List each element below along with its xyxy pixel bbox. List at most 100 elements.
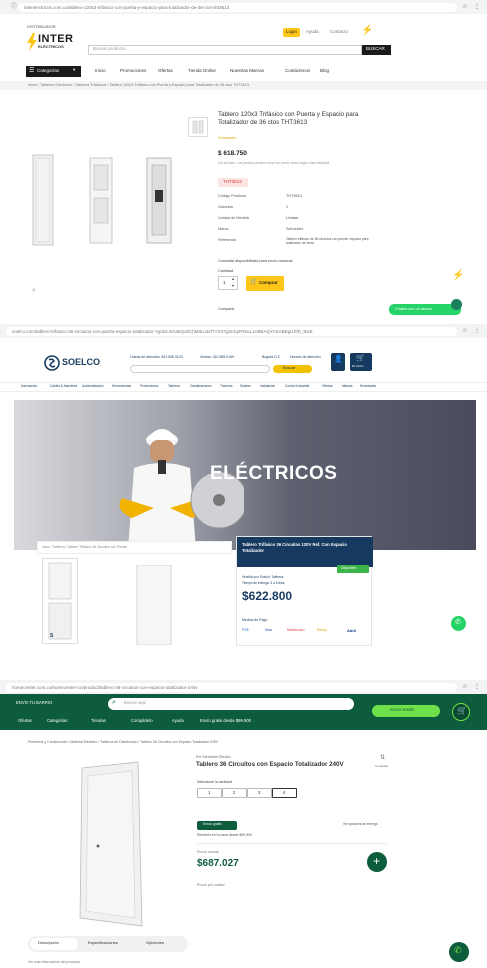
chat-icon: ✆ <box>454 945 462 955</box>
cart-icon[interactable]: ⚡ <box>361 25 373 36</box>
account-button[interactable]: 👤 <box>331 353 345 371</box>
zoom-icon[interactable]: ⌕ <box>32 287 36 295</box>
chat-button[interactable]: ✆ <box>449 942 469 962</box>
option-chip-4[interactable]: 4 <box>272 788 297 798</box>
cart-button[interactable]: 🛒 <box>452 703 470 721</box>
product-image <box>32 154 172 246</box>
nav-item-help[interactable]: Ayuda <box>172 718 184 724</box>
nav-item-categories[interactable]: Categorías <box>47 718 67 724</box>
tab-description[interactable]: Descripción <box>30 938 78 950</box>
hero-heading: ELÉCTRICOS <box>210 463 338 484</box>
nav-item-offers[interactable]: Ofertas <box>18 718 32 724</box>
gallery-thumbnail[interactable] <box>188 117 208 137</box>
star-icon[interactable]: ☆ <box>461 327 469 335</box>
nav-item-offers[interactable]: Ofertas <box>158 68 173 74</box>
nav-item[interactable]: Herramientas <box>112 384 131 389</box>
search-button[interactable]: BUSCAR <box>362 45 391 55</box>
option-chip-3[interactable]: 3 <box>247 788 272 798</box>
brand-badge: Schneider <box>218 135 237 140</box>
chevron-down-icon[interactable]: ▾ <box>232 283 234 288</box>
logo[interactable]: INTER ELÉCTRICOS <box>27 32 73 52</box>
nav-item-share[interactable]: Compártelo <box>131 718 153 724</box>
tab-specifications[interactable]: Especificaciones <box>88 940 118 945</box>
top-link-login[interactable]: Login <box>283 28 300 37</box>
nav-item-free-shipping[interactable]: Envío gratis desde $99.900 <box>200 718 251 724</box>
nav-item-stores[interactable]: Tiendas <box>91 718 106 724</box>
url-field[interactable]: homecenter.com.co/homecenter-co/product/… <box>6 682 457 692</box>
extensions-icon[interactable]: ⋮ <box>473 3 481 11</box>
cart-icon: 🛒 <box>250 279 258 285</box>
contact-city: Bogotá D.C. <box>262 355 282 359</box>
shipping-note: Consultar disponibilidad para envío naci… <box>218 259 293 263</box>
tab-reviews[interactable]: Opiniones <box>146 940 164 945</box>
nav-item[interactable]: Novedades <box>360 384 376 389</box>
whatsapp-icon[interactable] <box>451 299 462 310</box>
logo-top-text: DISTRIBUIDOR <box>27 24 56 29</box>
option-chip-2[interactable]: 2 <box>222 788 247 798</box>
extensions-icon[interactable]: ⋮ <box>473 327 481 335</box>
nav-item[interactable]: Automatización <box>82 384 104 389</box>
star-icon[interactable]: ☆ <box>461 683 469 691</box>
lightning-icon <box>27 33 37 51</box>
categories-menu-button[interactable]: ☰ Categorías ▾ <box>26 66 81 77</box>
floating-cart-icon[interactable]: ⚡ <box>452 270 464 281</box>
quantity-stepper[interactable]: 1 ▴ ▾ <box>218 276 238 290</box>
star-icon[interactable]: ☆ <box>461 3 469 11</box>
menu-icon: ☰ <box>29 68 35 74</box>
nav-item[interactable]: Ofertas <box>322 384 332 389</box>
breadcrumb: Inicio / Tableros / Tablero Trifásico 36… <box>42 545 127 549</box>
extensions-icon[interactable]: ⋮ <box>473 683 481 691</box>
nav-item[interactable]: Control Industrial <box>285 384 309 389</box>
url-field[interactable]: interelectricos.com.co/tablero-120x3-tri… <box>18 2 457 12</box>
plus-icon: + <box>373 854 381 868</box>
url-field[interactable]: soelco.com/tablero-trifasico-36-circuito… <box>6 326 457 336</box>
compare-label[interactable]: Comparar <box>375 764 388 768</box>
nav-item[interactable]: Canalizaciones <box>190 384 212 389</box>
nav-item[interactable]: Solares <box>240 384 251 389</box>
browser-url-bar[interactable]: ⓘ interelectricos.com.co/tablero-120x3-t… <box>0 0 487 14</box>
logo[interactable]: SOELCO <box>44 355 114 371</box>
delivery-link[interactable]: Ver opciones de entrega <box>343 822 378 827</box>
nav-item-blog[interactable]: Blog <box>320 68 329 74</box>
nav-item[interactable]: Cables & Alambres <box>50 384 77 389</box>
location-selector[interactable]: ENVÍA TU BARRIO <box>16 700 52 706</box>
share-label[interactable]: Compartir <box>218 307 235 311</box>
search-input[interactable]: Buscar producto <box>88 45 362 55</box>
nav-item[interactable]: Tuberías <box>220 384 232 389</box>
chevron-up-icon[interactable]: ▴ <box>232 276 234 281</box>
product-price: $687.027 <box>197 858 239 869</box>
top-link-contact[interactable]: Contacto <box>330 29 348 35</box>
nav-item[interactable]: Tableros <box>168 384 180 389</box>
contact-phone: Lineas de atención: 601 555 0123 <box>130 355 183 359</box>
product-price: $622.800 <box>242 589 293 603</box>
search-button[interactable]: Buscar <box>273 365 312 373</box>
nav-item[interactable]: Protecciones <box>140 384 158 389</box>
top-link-help[interactable]: Ayuda <box>306 29 319 35</box>
nav-item-brands[interactable]: Nuestras Marcas <box>230 68 264 74</box>
search-input[interactable] <box>130 365 270 373</box>
delivery-info: Recíbelo en tu casa desde $99.900 <box>197 833 253 837</box>
info-icon: ⓘ <box>10 4 17 10</box>
nav-item-store[interactable]: Tienda Online <box>188 68 216 74</box>
brand-label[interactable]: Por Schneider Electric <box>196 755 231 760</box>
nav-item-home[interactable]: Inicio <box>95 68 106 74</box>
option-chip-1[interactable]: 1 <box>197 788 222 798</box>
nav-item[interactable]: Instalación <box>260 384 275 389</box>
nav-item-promos[interactable]: Promociones <box>120 68 146 74</box>
search-input[interactable]: ⌕ Buscar aquí <box>108 698 354 710</box>
login-button[interactable]: Iniciar sesión <box>372 705 440 717</box>
homecenter-screenshot: homecenter.com.co/homecenter-co/product/… <box>0 680 487 968</box>
nav-item-contact[interactable]: Contáctenos <box>285 68 310 74</box>
nav-item[interactable]: Marcas <box>342 384 352 389</box>
site-header: ENVÍA TU BARRIO ⌕ Buscar aquí Iniciar se… <box>0 694 487 730</box>
whatsapp-icon[interactable]: ✆ <box>451 616 466 631</box>
cart-button[interactable]: 🛒 Mi carrito <box>350 353 372 371</box>
browser-url-bar[interactable]: homecenter.com.co/homecenter-co/product/… <box>0 680 487 694</box>
nav-item[interactable]: Iluminación <box>21 384 37 389</box>
compare-icon[interactable]: ⇅ <box>380 755 385 762</box>
gallery-thumbnail[interactable]: S <box>42 558 78 644</box>
add-to-cart-button[interactable]: 🛒 Comprar <box>246 276 284 291</box>
add-to-cart-button[interactable]: + <box>367 852 387 872</box>
browser-url-bar[interactable]: soelco.com/tablero-trifasico-36-circuito… <box>0 324 487 338</box>
payment-efecty: Efecty <box>317 628 327 632</box>
